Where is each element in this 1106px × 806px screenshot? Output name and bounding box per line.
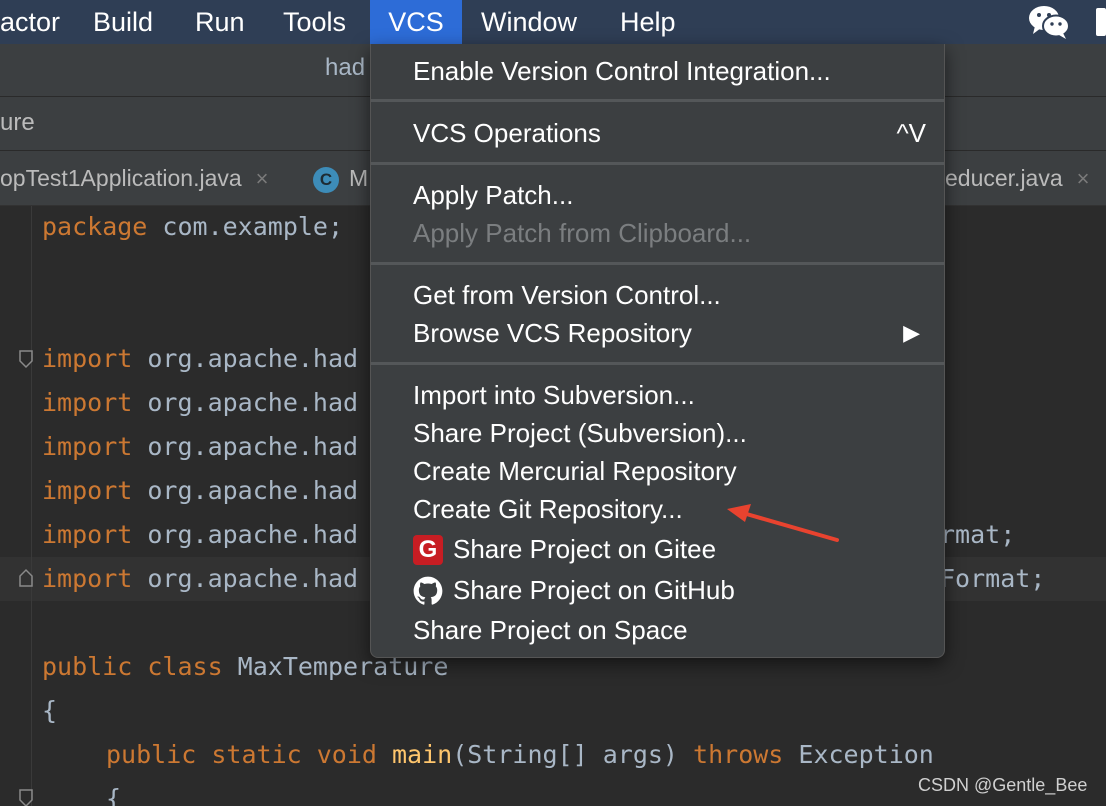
gutter-divider [31, 206, 32, 806]
menu-separator [371, 99, 944, 102]
menu-item-import-into-subversion[interactable]: Import into Subversion... [413, 380, 695, 411]
code-line: import org.apache.had [42, 476, 359, 505]
code-line: import org.apache.had [42, 564, 359, 593]
menu-item-get-from-version-control[interactable]: Get from Version Control... [413, 280, 721, 311]
menu-item-share-subversion[interactable]: Share Project (Subversion)... [413, 418, 747, 449]
menu-item-share-on-space[interactable]: Share Project on Space [413, 615, 688, 646]
close-icon[interactable]: × [1077, 166, 1090, 191]
menu-separator [371, 362, 944, 365]
menu-item-share-on-gitee[interactable]: Share Project on Gitee [453, 534, 716, 565]
fold-icon[interactable] [18, 568, 34, 588]
code-line-tail: Format; [940, 564, 1046, 593]
code-line: import org.apache.had [42, 344, 359, 373]
code-line: import org.apache.had [42, 388, 359, 417]
vcs-operations-shortcut: ^V [896, 118, 926, 148]
window-title: had [325, 54, 366, 81]
menu-refactor[interactable]: actor [0, 0, 60, 44]
tab-label: opTest1Application.java [0, 165, 242, 191]
menu-item-create-git-repository[interactable]: Create Git Repository... [413, 494, 683, 525]
app-icon[interactable] [1096, 8, 1106, 36]
code-line: { [106, 784, 122, 806]
menu-run[interactable]: Run [195, 0, 245, 44]
github-icon [413, 576, 443, 605]
menu-bar: actor Build Run Tools VCS Window Help [0, 0, 1106, 44]
tab-label: M [349, 165, 369, 191]
breadcrumb[interactable]: ure [0, 109, 35, 137]
tab-max-temperature[interactable]: CM [313, 151, 368, 205]
watermark: CSDN @Gentle_Bee [918, 775, 1088, 795]
vcs-dropdown-menu: Enable Version Control Integration... VC… [370, 44, 945, 658]
code-line: { [42, 696, 58, 725]
code-line: import org.apache.had [42, 432, 359, 461]
annotation-arrow-icon [727, 504, 839, 542]
submenu-arrow-icon: ▶ [903, 320, 920, 345]
code-line: package com.example; [42, 212, 344, 241]
wechat-icon[interactable] [1027, 4, 1071, 40]
menu-tools[interactable]: Tools [283, 0, 346, 44]
menu-item-apply-patch[interactable]: Apply Patch... [413, 180, 573, 211]
menu-build[interactable]: Build [93, 0, 153, 44]
menu-window[interactable]: Window [481, 0, 577, 44]
close-icon[interactable]: × [256, 166, 269, 191]
tab-label: educer.java [945, 165, 1063, 191]
menu-separator [371, 162, 944, 165]
menu-item-create-mercurial-repository[interactable]: Create Mercurial Repository [413, 456, 737, 487]
code-line-tail: rmat; [940, 520, 1016, 549]
fold-icon[interactable] [18, 788, 34, 806]
tab-application[interactable]: opTest1Application.java × [0, 151, 269, 205]
fold-icon[interactable] [18, 349, 34, 369]
menu-separator [371, 262, 944, 265]
menu-item-browse-vcs-repository[interactable]: Browse VCS Repository [413, 318, 692, 349]
tab-reducer[interactable]: educer.java × [945, 151, 1090, 205]
menu-item-enable-vcs-integration[interactable]: Enable Version Control Integration... [413, 56, 831, 87]
code-line: import org.apache.had [42, 520, 359, 549]
menu-item-share-on-github[interactable]: Share Project on GitHub [453, 575, 735, 606]
code-line: public static void main(String[] args) t… [106, 740, 934, 769]
gitee-icon: G [413, 535, 443, 565]
class-icon: C [313, 166, 339, 193]
menu-item-apply-patch-clipboard: Apply Patch from Clipboard... [413, 218, 752, 248]
menu-help[interactable]: Help [620, 0, 676, 44]
menu-vcs[interactable]: VCS [370, 0, 462, 44]
menu-item-vcs-operations[interactable]: VCS Operations [413, 118, 601, 149]
